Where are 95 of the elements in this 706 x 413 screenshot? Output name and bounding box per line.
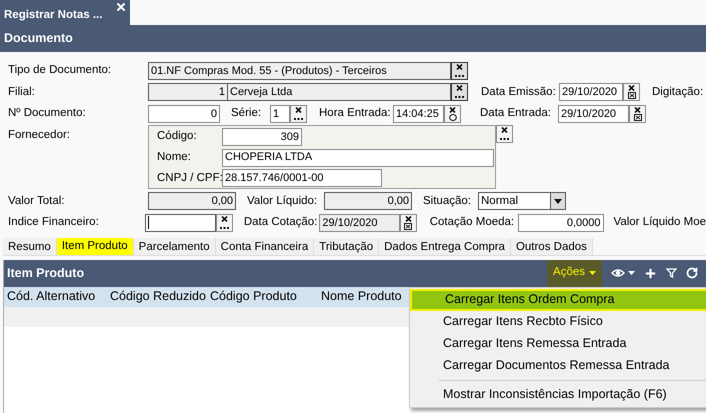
section-header: Documento <box>0 25 706 52</box>
menu-item[interactable]: Mostrar Inconsistências Importação (F6) <box>410 384 706 406</box>
text-field[interactable]: 309 <box>222 128 302 146</box>
field-label: Código: <box>157 129 198 144</box>
field-label: Cotação Moeda: <box>430 215 516 230</box>
detail-tab[interactable]: Outros Dados <box>510 238 593 254</box>
actions-button[interactable]: Ações <box>547 260 602 286</box>
field-label: Situação: <box>423 194 472 209</box>
clear-icon <box>456 64 463 70</box>
field-label: Data Emissão: <box>481 84 557 100</box>
caret-icon <box>589 271 596 275</box>
refresh-icon <box>686 267 698 279</box>
calendar-icon <box>404 222 412 230</box>
field-label: Indice Financeiro: <box>8 215 100 230</box>
menu-item[interactable]: Carregar Documentos Remessa Entrada <box>410 354 706 376</box>
filter-button[interactable] <box>666 268 677 278</box>
field-label: Nº Documento: <box>8 106 87 122</box>
column-header[interactable]: Código Reduzido <box>107 287 207 306</box>
date-field[interactable]: 29/10/2020 <box>319 214 400 232</box>
menu-item[interactable]: Carregar Itens Ordem Compra <box>410 288 706 310</box>
clock-icon <box>448 114 456 121</box>
clear-icon <box>501 126 508 132</box>
text-field[interactable]: 0,00 <box>148 192 236 210</box>
field-label: CNPJ / CPF: <box>157 170 222 186</box>
date-picker-button[interactable] <box>400 214 417 232</box>
field-label: Digitação: <box>652 84 704 100</box>
clear-icon <box>449 106 456 113</box>
time-field[interactable]: 14:04:25 <box>393 104 444 123</box>
field-label: Série: <box>231 106 262 122</box>
date-picker-button[interactable] <box>629 104 646 123</box>
window-tab[interactable]: Registrar Notas ... <box>0 0 130 25</box>
add-button[interactable] <box>644 266 657 280</box>
detail-tab[interactable]: Resumo <box>3 238 57 254</box>
field-label: Nome: <box>157 150 192 165</box>
text-field[interactable]: CHOPERIA LTDA <box>222 148 494 166</box>
close-icon <box>115 1 127 13</box>
lookup-button[interactable] <box>216 214 233 232</box>
text-field[interactable]: 1 <box>148 83 228 102</box>
date-field[interactable]: 29/10/2020 <box>558 104 629 123</box>
text-field[interactable]: 01.NF Compras Mod. 55 - (Produtos) - Terceiros <box>148 62 451 80</box>
text-field[interactable]: 0 <box>148 104 220 123</box>
ellipsis-icon <box>455 96 464 100</box>
clear-icon <box>221 216 228 222</box>
field-label: Data Entrada: <box>480 106 552 122</box>
detail-tab[interactable]: Tributação <box>314 238 380 254</box>
date-field[interactable]: 29/10/2020 <box>559 83 623 102</box>
text-field[interactable]: Cerveja Ltda <box>228 83 451 102</box>
plus-icon <box>644 266 657 280</box>
menu-item[interactable]: Carregar Itens Recbto Físico <box>410 310 706 332</box>
eye-icon <box>611 267 625 279</box>
time-picker-button[interactable] <box>444 104 461 123</box>
caret-icon <box>628 271 635 275</box>
clear-icon <box>628 85 635 92</box>
lookup-button[interactable] <box>451 83 468 102</box>
field-label: Hora Entrada: <box>319 106 392 122</box>
field-label: Valor Total: <box>8 194 66 209</box>
panel-header: Item Produto Ações <box>4 260 706 286</box>
column-header[interactable]: Cód. Alternativo <box>4 287 107 306</box>
clear-icon <box>634 106 641 113</box>
field-label: Filial: <box>8 84 36 100</box>
field-label: Valor Líquido Moe <box>614 215 706 230</box>
calendar-icon <box>634 114 642 121</box>
field-label: Fornecedor: <box>8 128 72 142</box>
field-label: Data Cotação: <box>244 215 318 230</box>
refresh-button[interactable] <box>686 267 698 279</box>
lookup-button[interactable] <box>496 124 513 142</box>
lookup-button[interactable] <box>290 104 307 123</box>
ellipsis-icon <box>455 74 464 78</box>
detail-tab[interactable]: Parcelamento <box>134 238 216 254</box>
text-field[interactable]: 0,00 <box>324 192 412 210</box>
filter-icon <box>666 268 677 278</box>
status-dropdown[interactable]: Normal <box>478 192 566 210</box>
ellipsis-icon <box>294 118 303 121</box>
clear-icon <box>456 85 463 92</box>
column-header[interactable]: Código Produto <box>207 287 318 306</box>
calendar-icon <box>628 92 636 100</box>
close-tab-button[interactable] <box>115 0 127 13</box>
menu-item[interactable]: Carregar Itens Remessa Entrada <box>410 332 706 354</box>
detail-tab[interactable]: Conta Financeira <box>216 238 314 254</box>
text-field[interactable]: 0,0000 <box>518 214 604 232</box>
clear-icon <box>404 216 412 222</box>
text-field[interactable] <box>145 214 216 232</box>
visibility-button[interactable] <box>611 267 635 279</box>
detail-tab[interactable]: Dados Entrega Compra <box>379 238 511 254</box>
clear-icon <box>295 106 302 113</box>
text-field[interactable]: 1 <box>270 104 290 123</box>
dropdown-arrow-icon <box>554 198 562 204</box>
text-field[interactable]: 28.157.746/0001-00 <box>222 169 382 188</box>
date-picker-button[interactable] <box>623 83 640 102</box>
ellipsis-icon <box>500 138 509 140</box>
lookup-button[interactable] <box>451 62 468 80</box>
field-label: Valor Líquido: <box>247 194 318 209</box>
detail-tab[interactable]: Item Produto <box>56 238 134 254</box>
ellipsis-icon <box>220 226 229 230</box>
field-label: Tipo de Documento: <box>8 63 112 78</box>
